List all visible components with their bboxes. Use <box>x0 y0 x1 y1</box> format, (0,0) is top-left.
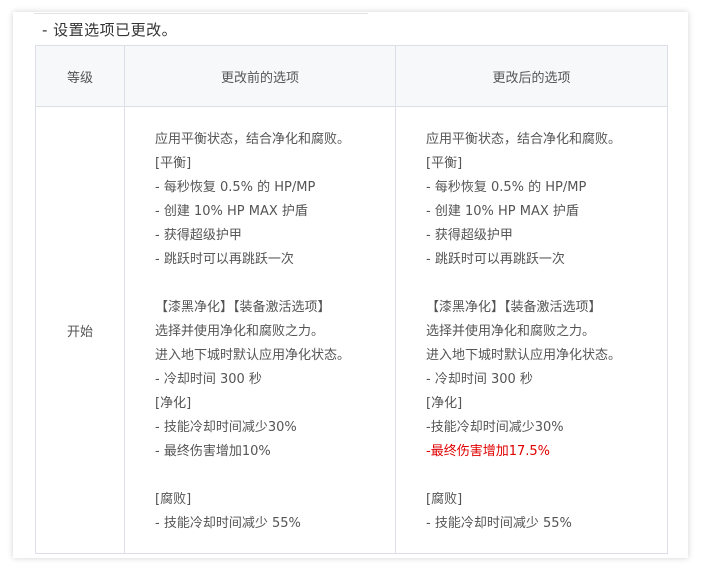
option-line: - 技能冷却时间减少30% <box>155 420 297 435</box>
option-line: - 每秒恢复 0.5% 的 HP/MP <box>155 180 316 195</box>
header-level: 等级 <box>35 45 125 107</box>
option-line: - 每秒恢复 0.5% 的 HP/MP <box>426 180 587 195</box>
option-line: - 冷却时间 300 秒 <box>155 372 262 387</box>
table-header-row: 等级 更改前的选项 更改后的选项 <box>35 45 668 107</box>
option-line: -技能冷却时间减少30% <box>426 420 564 435</box>
header-before: 更改前的选项 <box>124 45 396 107</box>
option-line: - 最终伤害增加10% <box>155 444 271 459</box>
options-table: 等级 更改前的选项 更改后的选项 开始 应用平衡状态，结合净化和腐败。 [平衡] -… <box>35 45 668 554</box>
option-line: [平衡] <box>426 156 463 171</box>
option-line: - 跳跃时可以再跳跃一次 <box>155 252 294 267</box>
option-line: [腐败] <box>155 492 192 507</box>
option-line: [净化] <box>426 396 463 411</box>
intro-text: - 设置选项已更改。 <box>42 21 178 39</box>
option-line: 进入地下城时默认应用净化状态。 <box>155 348 351 363</box>
option-line: - 创建 10% HP MAX 护盾 <box>155 204 308 219</box>
option-line: - 技能冷却时间减少 55% <box>155 516 301 531</box>
option-line: 进入地下城时默认应用净化状态。 <box>426 348 622 363</box>
option-line: - 技能冷却时间减少 55% <box>426 516 572 531</box>
option-line: 【漆黑净化】【装备激活选项】 <box>155 300 331 315</box>
table-row: 开始 应用平衡状态，结合净化和腐败。 [平衡] - 每秒恢复 0.5% 的 HP/M… <box>35 106 668 554</box>
after-options-cell: 应用平衡状态，结合净化和腐败。 [平衡] - 每秒恢复 0.5% 的 HP/MP - … <box>395 106 668 554</box>
option-line: 选择并使用净化和腐败之力。 <box>426 324 596 339</box>
option-line: [平衡] <box>155 156 192 171</box>
option-line: - 创建 10% HP MAX 护盾 <box>426 204 579 219</box>
before-options-cell: 应用平衡状态，结合净化和腐败。 [平衡] - 每秒恢复 0.5% 的 HP/MP - … <box>124 106 396 554</box>
header-after: 更改后的选项 <box>395 45 668 107</box>
option-line: [净化] <box>155 396 192 411</box>
option-line: 【漆黑净化】【装备激活选项】 <box>426 300 602 315</box>
option-line: - 获得超级护甲 <box>426 228 513 243</box>
option-line: 应用平衡状态，结合净化和腐败。 <box>155 132 351 147</box>
option-line: [腐败] <box>426 492 463 507</box>
option-line: - 获得超级护甲 <box>155 228 242 243</box>
option-line: - 跳跃时可以再跳跃一次 <box>426 252 565 267</box>
option-line: 应用平衡状态，结合净化和腐败。 <box>426 132 622 147</box>
divider <box>34 13 368 14</box>
option-line: 选择并使用净化和腐败之力。 <box>155 324 325 339</box>
level-cell: 开始 <box>35 106 125 554</box>
option-line: - 冷却时间 300 秒 <box>426 372 533 387</box>
option-line: -最终伤害增加17.5% <box>426 444 550 459</box>
